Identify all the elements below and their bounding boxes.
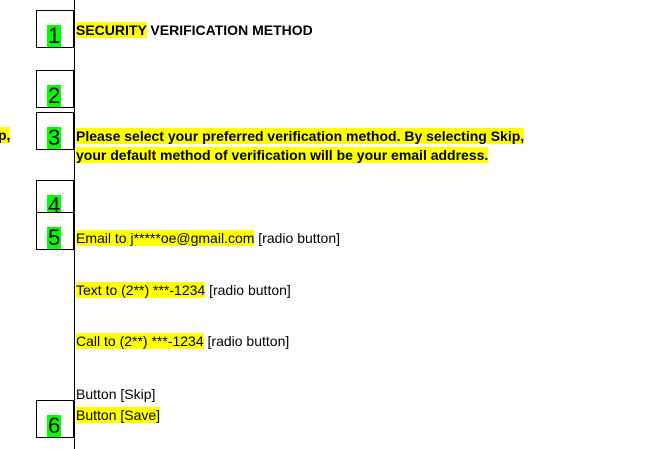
radio-option-note: [radio button] <box>254 230 341 246</box>
vertical-guide-line <box>74 0 75 449</box>
radio-option-label: Call to (2**) ***-1234 <box>76 333 204 349</box>
save-button[interactable]: Button [Save] <box>76 407 161 423</box>
title-highlight: SECURITY <box>76 22 147 38</box>
radio-option-email[interactable]: Email to j*****oe@gmail.com [radio butto… <box>76 230 340 246</box>
step-marker-number: 3 <box>47 125 62 150</box>
instructions-text: Please select your preferred verificatio… <box>76 127 664 165</box>
step-marker-2: 2 <box>36 70 74 108</box>
step-marker-number: 5 <box>47 225 62 250</box>
radio-option-text[interactable]: Text to (2**) ***-1234 [radio button] <box>76 282 291 298</box>
step-marker-5: 5 <box>36 212 74 250</box>
skip-button[interactable]: Button [Skip] <box>76 386 155 402</box>
step-marker-3: 3 <box>36 112 74 150</box>
step-marker-number: 2 <box>47 83 62 108</box>
step-marker-number: 1 <box>47 23 62 48</box>
overflow-text-fragment: p, <box>0 127 11 143</box>
step-marker-number: 6 <box>47 413 62 438</box>
radio-option-note: [radio button] <box>203 333 290 349</box>
radio-option-label: Email to j*****oe@gmail.com <box>76 230 255 246</box>
step-marker-1: 1 <box>36 10 74 48</box>
save-button-label: Button [Save] <box>76 407 161 423</box>
page-title: SECURITY VERIFICATION METHOD <box>76 22 313 38</box>
radio-option-note: [radio button] <box>205 282 291 298</box>
instructions-line-2: your default method of verification will… <box>76 147 489 163</box>
radio-option-call[interactable]: Call to (2**) ***-1234 [radio button] <box>76 333 289 349</box>
instructions-line-1: Please select your preferred verificatio… <box>76 128 525 144</box>
title-rest: VERIFICATION METHOD <box>146 22 313 38</box>
step-marker-6: 6 <box>36 400 74 438</box>
radio-option-label: Text to (2**) ***-1234 <box>76 282 206 298</box>
